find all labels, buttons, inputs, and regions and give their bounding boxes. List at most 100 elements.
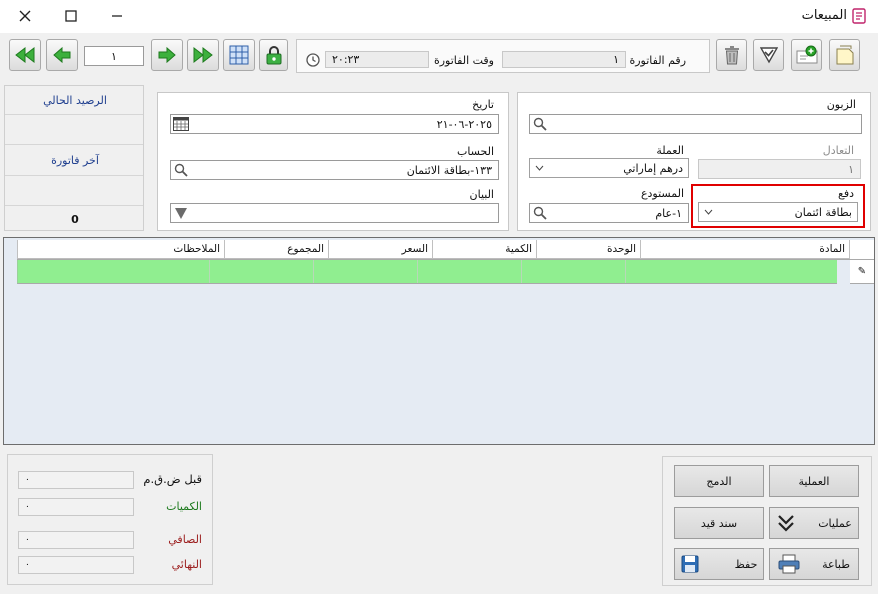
current-balance-label: الرصيد الحالي <box>43 94 107 107</box>
close-button[interactable] <box>14 6 36 26</box>
app-icon <box>852 8 866 27</box>
date-value: ٢٠٢٥-٠٦-٢١ <box>436 118 492 131</box>
arrow-left-icon <box>53 46 71 64</box>
column-header[interactable]: الوحدة <box>537 240 641 259</box>
final-field: ٠ <box>18 556 134 574</box>
invoice-number-value: ١ <box>613 53 619 66</box>
document-icon <box>852 8 866 24</box>
floppy-disk-icon <box>681 555 699 573</box>
toolbar: ١ ٢٠:٢٣ وقت الفاتورة ١ رقم الفاتورة <box>0 34 878 80</box>
balance-panel: الرصيد الحالي آخر فاتورة 0 <box>4 85 144 231</box>
operation-button[interactable]: العملية <box>769 465 859 497</box>
customer-search-button[interactable] <box>531 115 549 133</box>
account-search-button[interactable] <box>172 161 190 179</box>
payment-value: بطاقة ائتمان <box>794 205 852 219</box>
column-header[interactable]: المجموع <box>225 240 329 259</box>
operations-button[interactable]: عمليات <box>769 507 859 539</box>
customer-panel: الزبون التعادل ١ العملة درهم إماراتي الم… <box>517 92 871 231</box>
new-record-button[interactable] <box>791 39 822 71</box>
delete-button[interactable] <box>716 39 747 71</box>
clock-icon <box>306 53 320 70</box>
warehouse-field[interactable]: ١-عام <box>529 203 689 223</box>
divider <box>5 144 143 145</box>
warehouse-value: ١-عام <box>655 207 682 220</box>
grid-header: المادة الوحدة الكمية السعر المجموع الملا… <box>17 240 874 260</box>
account-label: الحساب <box>456 145 494 158</box>
double-arrow-right-icon <box>193 46 213 64</box>
currency-dropdown[interactable]: درهم إماراتي <box>529 158 689 178</box>
magnifier-icon <box>533 206 547 220</box>
statement-field[interactable] <box>170 203 499 223</box>
chevron-down-icon <box>535 165 544 171</box>
totals-panel: ٠ قبل ض.ق.م ٠ الكميات ٠ الصافي ٠ النهائي <box>7 454 213 585</box>
items-grid[interactable]: المادة الوحدة الكمية السعر المجموع الملا… <box>3 237 875 445</box>
magnifier-icon <box>533 117 547 131</box>
cell-divider <box>313 260 314 283</box>
column-header[interactable]: الكمية <box>433 240 537 259</box>
next-record-button[interactable] <box>151 39 183 71</box>
actions-panel: العملية الدمج عمليات سند قيد طباعة حفظ <box>662 456 872 586</box>
before-vat-field: ٠ <box>18 471 134 489</box>
table-icon <box>229 45 249 65</box>
minimize-button[interactable] <box>106 6 128 26</box>
currency-value: درهم إماراتي <box>623 161 683 175</box>
date-label: تاريخ <box>472 98 494 111</box>
divider <box>5 175 143 176</box>
date-picker[interactable]: ٢٠٢٥-٠٦-٢١ <box>170 114 499 134</box>
maximize-button[interactable] <box>60 6 82 26</box>
double-chevron-down-icon <box>778 515 794 532</box>
table-row[interactable] <box>17 260 837 284</box>
shield-check-icon <box>759 47 778 64</box>
payment-dropdown[interactable]: بطاقة ائتمان <box>698 202 858 222</box>
divider <box>5 114 143 115</box>
printer-icon <box>778 554 800 574</box>
net-field: ٠ <box>18 531 134 549</box>
account-value: ١٣٣-بطاقة الائتمان <box>406 164 492 177</box>
grid-view-button[interactable] <box>223 39 255 71</box>
window-title: المبيعات <box>801 8 847 23</box>
exchange-rate-label: التعادل <box>822 144 854 157</box>
page-number-input[interactable]: ١ <box>84 46 144 66</box>
filter-button[interactable] <box>753 39 784 71</box>
customer-field[interactable] <box>529 114 862 134</box>
double-arrow-left-icon <box>15 46 35 64</box>
previous-record-button[interactable] <box>46 39 78 71</box>
maximize-icon <box>65 10 77 22</box>
payment-label: دفع <box>837 187 854 200</box>
column-header[interactable]: السعر <box>329 240 433 259</box>
journal-voucher-button[interactable]: سند قيد <box>674 507 764 539</box>
magnifier-icon <box>174 163 188 177</box>
quantities-field: ٠ <box>18 498 134 516</box>
trash-icon <box>724 46 739 65</box>
save-label: حفظ <box>734 557 758 571</box>
last-record-button[interactable] <box>187 39 219 71</box>
invoice-number-label: رقم الفاتورة <box>629 54 686 67</box>
warehouse-search-button[interactable] <box>531 204 549 222</box>
invoice-time-field: ٢٠:٢٣ <box>325 51 429 68</box>
minimize-icon <box>112 15 122 17</box>
row-edit-marker: ✎ <box>850 260 874 284</box>
last-invoice-label: آخر فاتورة <box>51 154 99 167</box>
divider <box>5 205 143 206</box>
invoice-time-label: وقت الفاتورة <box>433 54 494 67</box>
cell-divider <box>521 260 522 283</box>
account-field[interactable]: ١٣٣-بطاقة الائتمان <box>170 160 499 180</box>
save-button[interactable]: حفظ <box>674 548 764 580</box>
cell-divider <box>209 260 210 283</box>
print-button[interactable]: طباعة <box>769 548 859 580</box>
date-account-panel: تاريخ ٢٠٢٥-٠٦-٢١ الحساب ١٣٣-بطاقة الائتم… <box>157 92 509 231</box>
close-icon <box>19 10 31 22</box>
quantities-label: الكميات <box>166 500 202 513</box>
notes-button[interactable] <box>829 39 860 71</box>
column-header[interactable]: المادة <box>641 240 850 259</box>
lock-button[interactable] <box>259 39 288 71</box>
currency-label: العملة <box>656 144 684 157</box>
statement-dropdown-button[interactable] <box>172 204 190 222</box>
add-document-icon <box>796 45 817 64</box>
chevron-down-icon <box>704 209 713 215</box>
merge-button[interactable]: الدمج <box>674 465 764 497</box>
column-header[interactable]: الملاحظات <box>17 240 225 259</box>
net-label: الصافي <box>168 533 202 546</box>
calendar-icon <box>173 117 189 134</box>
first-record-button[interactable] <box>9 39 41 71</box>
